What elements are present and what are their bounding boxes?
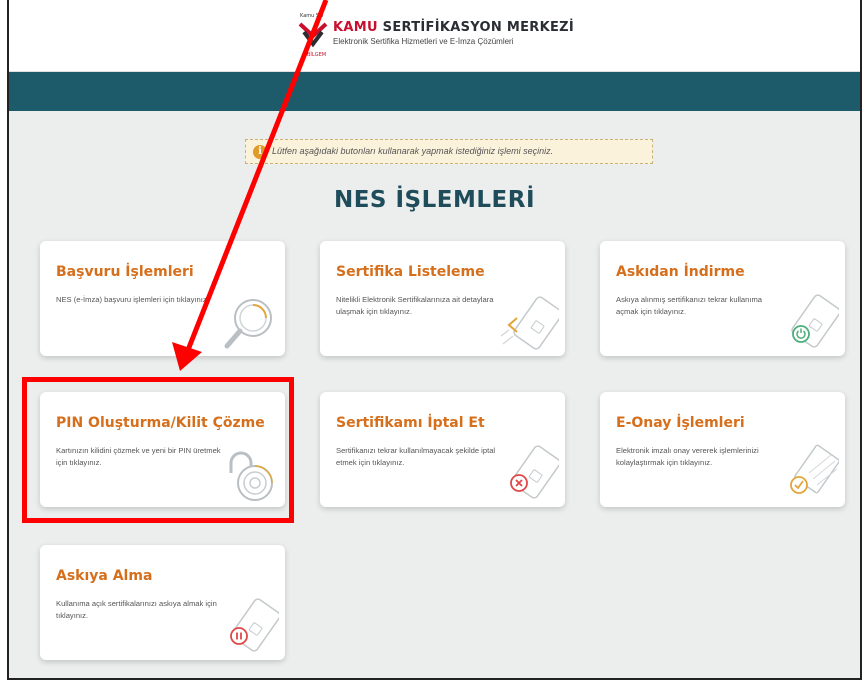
card-description: NES (e-İmza) başvuru işlemleri için tıkl… <box>56 295 209 304</box>
card-description: Kartınızın kilidini çözmek ve yeni bir P… <box>56 446 221 467</box>
card-cancel-icon <box>510 445 559 499</box>
brand-rest: SERTİFİKASYON MERKEZİ <box>382 20 574 35</box>
magnifier-icon <box>224 299 272 349</box>
info-message: i Lütfen aşağıdaki butonları kullanarak … <box>245 139 653 164</box>
logo-small-text: Kamu SM <box>300 13 323 19</box>
card-description: Kullanıma açık sertifikalarınızı askıya … <box>56 599 217 620</box>
card-description: Nitelikli Elektronik Sertifikalarınıza a… <box>336 295 494 316</box>
card-sertifika-listeleme[interactable]: Sertifika Listeleme Nitelikli Elektronik… <box>320 241 565 356</box>
site-header: Kamu SM BİLGEM KAMU SERTİFİKASYON MERKEZ… <box>9 0 860 72</box>
info-text: Lütfen aşağıdaki butonları kullanarak ya… <box>272 146 554 156</box>
card-pause-icon <box>230 598 279 652</box>
card-list-icon <box>500 296 559 350</box>
card-basvuru-islemleri[interactable]: Başvuru İşlemleri NES (e-İmza) başvuru i… <box>40 241 285 356</box>
brand-title: KAMU SERTİFİKASYON MERKEZİ <box>333 20 574 35</box>
card-description: Elektronik imzalı onay vererek işlemleri… <box>616 446 759 467</box>
card-title: Sertifikamı İptal Et <box>336 415 485 431</box>
card-title: Askıdan İndirme <box>616 264 745 280</box>
page-frame: Kamu SM BİLGEM KAMU SERTİFİKASYON MERKEZ… <box>7 0 862 680</box>
brand-subtitle: Elektronik Sertifika Hizmetleri ve E-İmz… <box>333 37 514 46</box>
info-icon: i <box>253 145 267 159</box>
document-check-icon <box>790 444 839 494</box>
card-title: Sertifika Listeleme <box>336 264 485 280</box>
kamusm-logo-icon[interactable]: Kamu SM BİLGEM <box>298 10 328 58</box>
nav-bar <box>9 72 860 111</box>
card-title: Başvuru İşlemleri <box>56 264 194 280</box>
card-title: E-Onay İşlemleri <box>616 415 745 431</box>
card-pin-olusturma[interactable]: PIN Oluşturma/Kilit Çözme Kartınızın kil… <box>40 392 285 507</box>
logo-side-text: BİLGEM <box>307 51 326 58</box>
card-sertifika-iptal[interactable]: Sertifikamı İptal Et Sertifikanızı tekra… <box>320 392 565 507</box>
card-title: Askıya Alma <box>56 568 153 584</box>
padlock-icon <box>229 451 273 501</box>
brand-kamu: KAMU <box>333 20 378 35</box>
card-description: Sertifikanızı tekrar kullanılmayacak şek… <box>336 446 496 467</box>
card-askidan-indirme[interactable]: Askıdan İndirme Askıya alınmış sertifika… <box>600 241 845 356</box>
card-power-icon <box>791 294 839 348</box>
card-askiya-alma[interactable]: Askıya Alma Kullanıma açık sertifikaları… <box>40 545 285 660</box>
card-description: Askıya alınmış sertifikanızı tekrar kull… <box>616 295 763 316</box>
card-e-onay-islemleri[interactable]: E-Onay İşlemleri Elektronik imzalı onay … <box>600 392 845 507</box>
card-title: PIN Oluşturma/Kilit Çözme <box>56 415 265 431</box>
page-title: NES İŞLEMLERİ <box>333 187 536 213</box>
